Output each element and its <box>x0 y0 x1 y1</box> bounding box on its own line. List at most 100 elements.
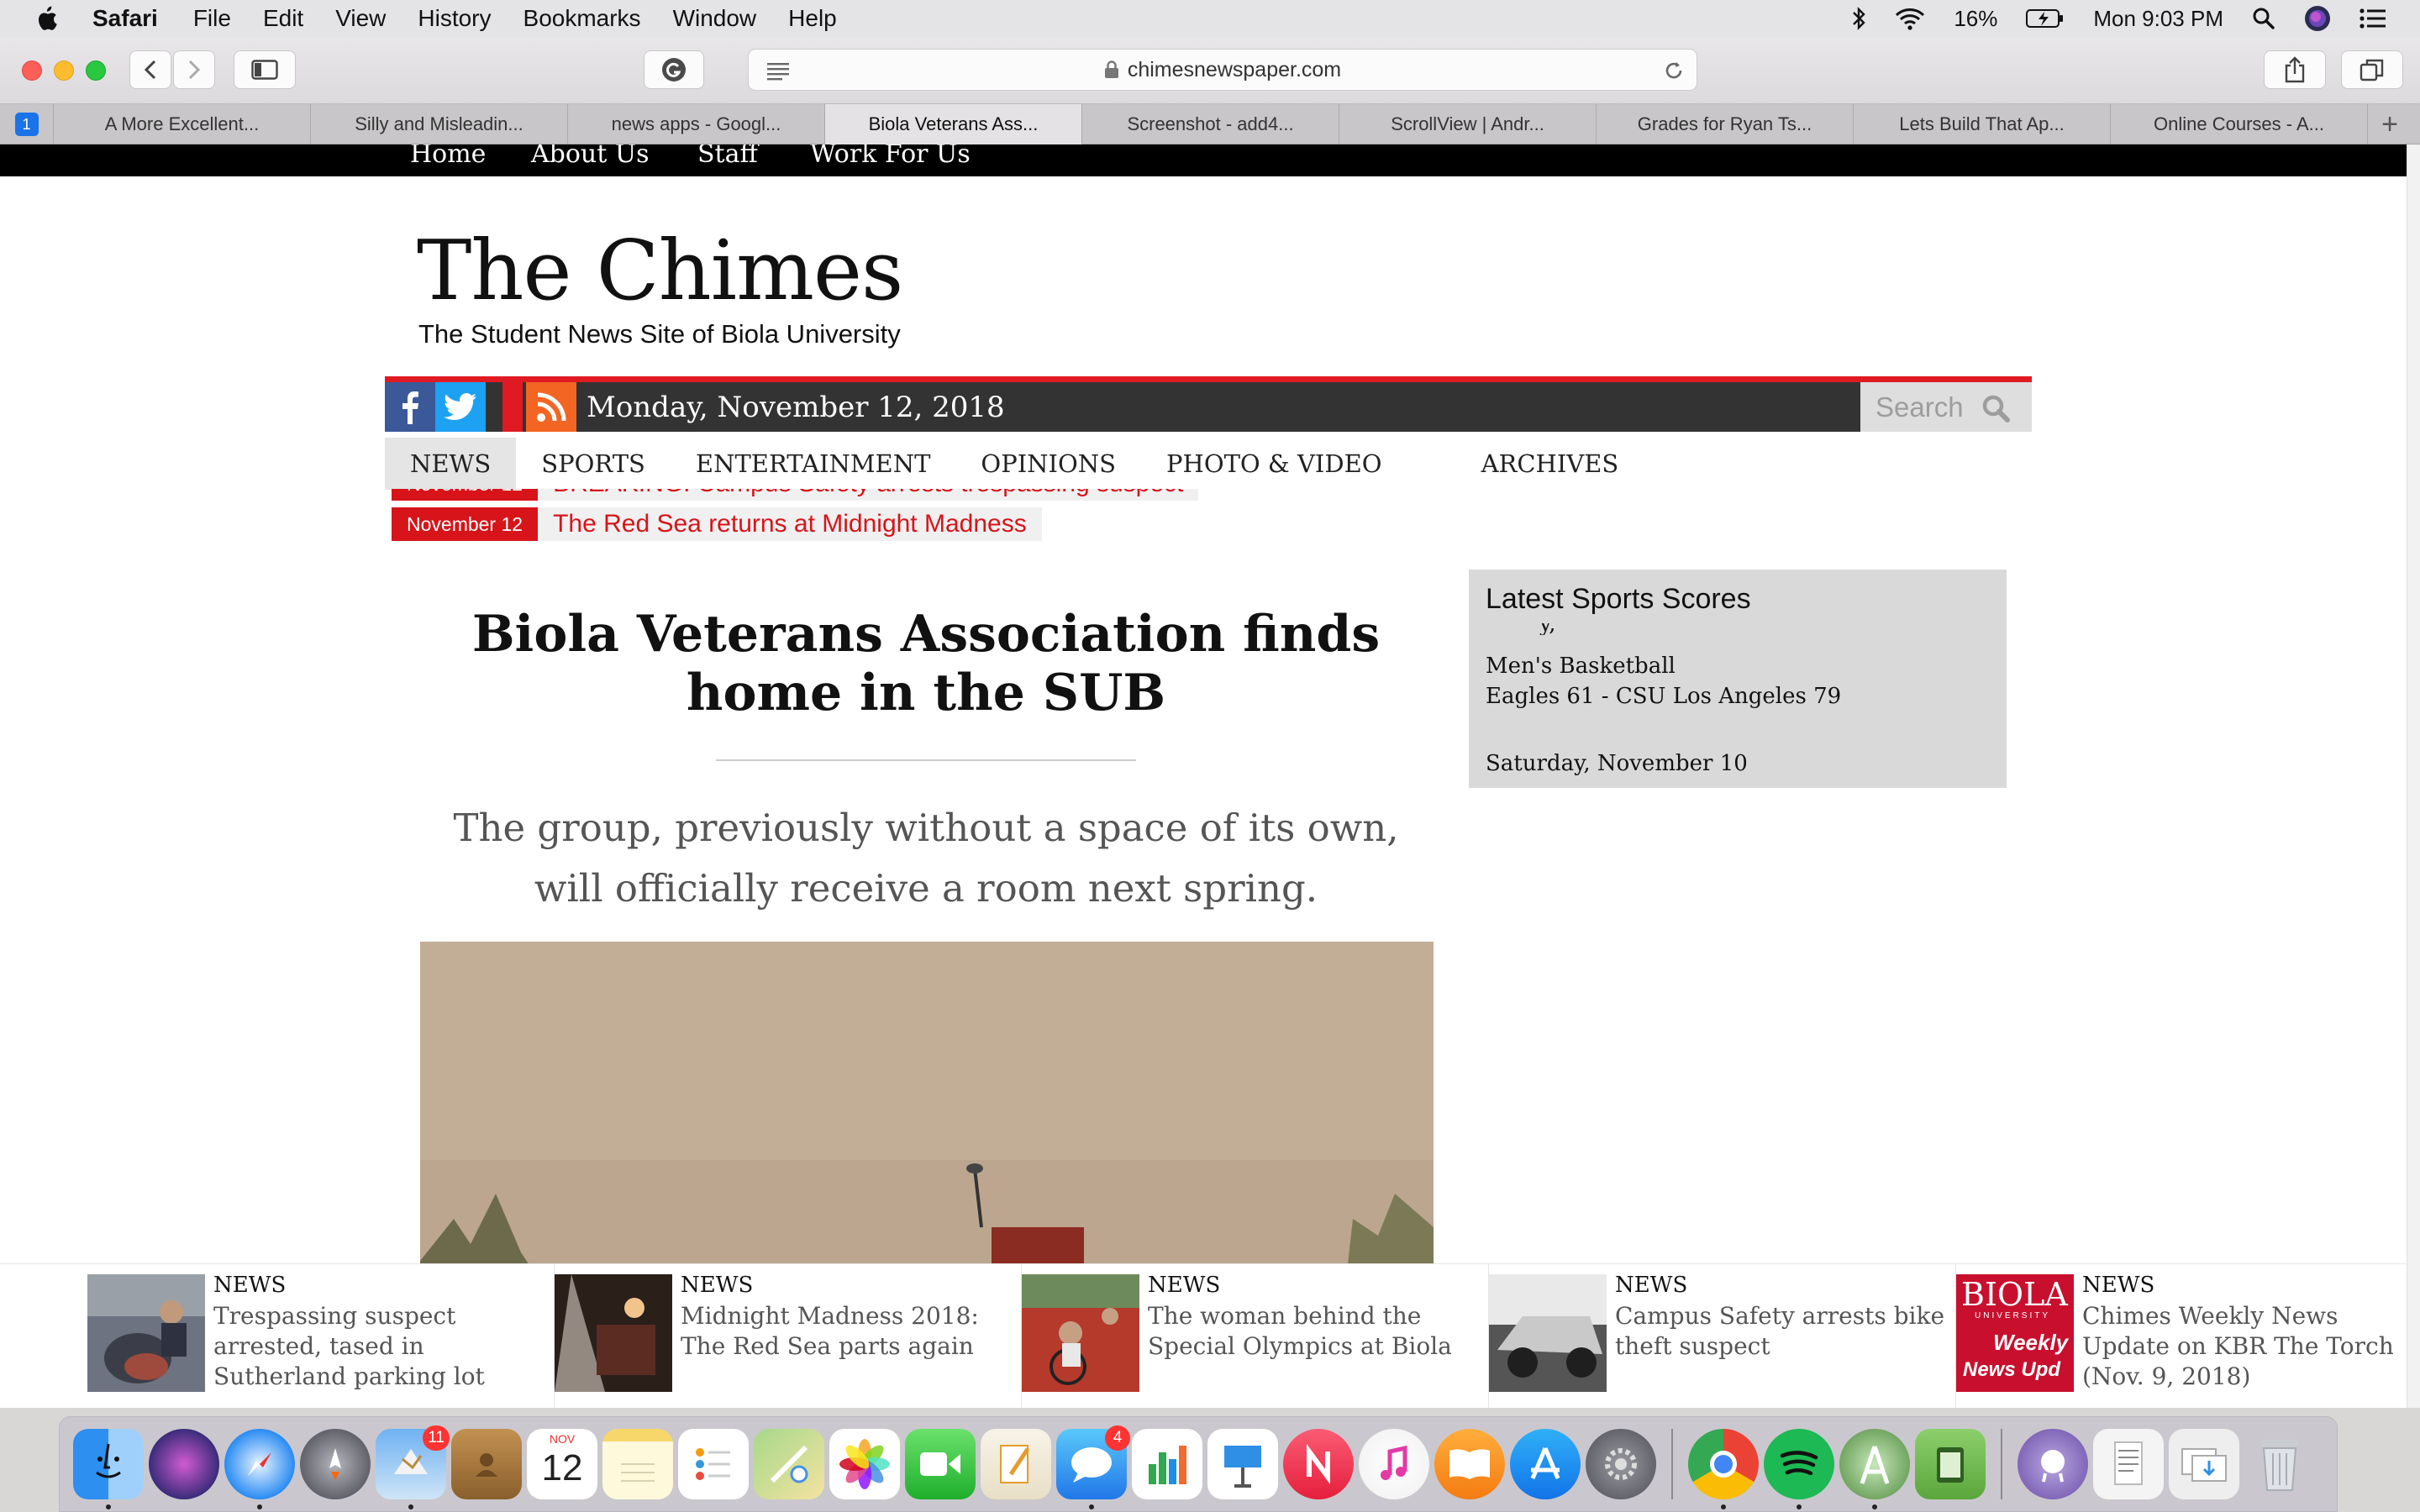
app-store-icon[interactable] <box>1510 1429 1581 1499</box>
section-sports[interactable]: SPORTS <box>516 438 671 490</box>
launchpad-icon[interactable] <box>300 1429 371 1499</box>
related-story[interactable]: NEWS The woman behind the Special Olympi… <box>1022 1264 1489 1408</box>
forward-button[interactable] <box>173 50 215 89</box>
news-icon[interactable] <box>1283 1429 1354 1499</box>
itunes-icon[interactable] <box>1359 1429 1429 1499</box>
tab-scrollview-android[interactable]: ScrollView | Andr... <box>1339 104 1597 144</box>
tab-grades[interactable]: Grades for Ryan Ts... <box>1597 104 1854 144</box>
mail-icon[interactable]: 11 <box>376 1425 450 1509</box>
contacts-icon[interactable] <box>451 1429 522 1499</box>
related-story[interactable]: NEWS Midnight Madness 2018: The Red Sea … <box>555 1264 1022 1408</box>
spotlight-search-icon[interactable] <box>2252 7 2275 30</box>
safari-icon[interactable] <box>224 1429 295 1509</box>
ticker-item[interactable]: November 12 BREAKING: Campus Safety arre… <box>392 489 1199 501</box>
tab-screenshot[interactable]: Screenshot - add4... <box>1082 104 1339 144</box>
menu-help[interactable]: Help <box>788 5 837 32</box>
siri-icon[interactable] <box>2304 5 2331 32</box>
headline-divider <box>716 759 1136 761</box>
numbers-icon[interactable] <box>1132 1429 1202 1499</box>
section-photo-video[interactable]: PHOTO & VIDEO <box>1141 438 1456 490</box>
menu-edit[interactable]: Edit <box>263 5 303 32</box>
tabs-overview-icon <box>2360 59 2384 81</box>
documents-stack-icon[interactable] <box>2093 1429 2164 1499</box>
tab-a-more-excellent[interactable]: A More Excellent... <box>54 104 311 144</box>
related-story[interactable]: NEWS Trespassing suspect arrested, tased… <box>87 1264 555 1408</box>
calendar-icon[interactable]: NOV 12 <box>527 1429 597 1499</box>
tab-lets-build-that-app[interactable]: Lets Build That Ap... <box>1854 104 2111 144</box>
show-all-tabs-button[interactable] <box>2341 50 2403 89</box>
android-studio-icon[interactable] <box>1839 1429 1910 1509</box>
nav-home-link[interactable]: Home <box>410 144 486 169</box>
nav-staff-link[interactable]: Staff <box>697 144 758 169</box>
facetime-icon[interactable] <box>905 1429 976 1499</box>
app-menu-safari[interactable]: Safari <box>92 5 158 32</box>
nav-work-for-us-link[interactable]: Work For Us <box>810 144 971 169</box>
menu-file[interactable]: File <box>193 5 231 32</box>
search-icon[interactable] <box>1981 394 2010 423</box>
siri-icon[interactable] <box>149 1429 219 1499</box>
instagram-icon[interactable] <box>502 382 523 432</box>
tab-online-courses[interactable]: Online Courses - A... <box>2111 104 2368 144</box>
chrome-icon[interactable] <box>1688 1429 1759 1509</box>
reader-view-icon[interactable] <box>765 60 791 81</box>
downloads-stack-icon[interactable] <box>2169 1429 2239 1499</box>
related-story[interactable]: NEWS Campus Safety arrests bike theft su… <box>1489 1264 1956 1408</box>
battery-charging-icon[interactable] <box>2026 8 2065 29</box>
sports-score[interactable]: Eagles 61 - CSU Los Angeles 79 <box>1486 684 1841 709</box>
section-archives[interactable]: ARCHIVES <box>1456 438 1644 490</box>
photos-icon[interactable] <box>829 1429 900 1499</box>
tab-biola-veterans[interactable]: Biola Veterans Ass... <box>825 104 1082 144</box>
reminders-icon[interactable] <box>678 1429 749 1499</box>
section-navigation: NEWS SPORTS ENTERTAINMENT OPINIONS PHOTO… <box>385 438 1644 490</box>
reload-icon[interactable] <box>1663 60 1685 81</box>
apple-menu-icon[interactable] <box>34 4 59 33</box>
facebook-icon[interactable] <box>385 382 435 432</box>
trash-icon[interactable] <box>2244 1429 2315 1499</box>
spotify-icon[interactable] <box>1764 1429 1834 1509</box>
site-title[interactable]: The Chimes <box>417 223 903 319</box>
wifi-icon[interactable] <box>1895 7 1925 30</box>
address-bar[interactable]: chimesnewspaper.com <box>748 49 1697 91</box>
menu-view[interactable]: View <box>335 5 386 32</box>
grammarly-extension-button[interactable] <box>644 50 704 89</box>
pages-icon[interactable] <box>981 1429 1051 1499</box>
ticker-item[interactable]: November 12 The Red Sea returns at Midni… <box>392 507 1042 541</box>
dock: 11 NOV 12 4 <box>59 1416 2338 1512</box>
keynote-icon[interactable] <box>1207 1429 1278 1499</box>
menu-bookmarks[interactable]: Bookmarks <box>523 5 641 32</box>
bluetooth-icon[interactable] <box>1851 7 1866 30</box>
pinned-tab[interactable]: 1 <box>0 104 54 144</box>
menubar-clock[interactable]: Mon 9:03 PM <box>2093 6 2223 32</box>
window-minimize-button[interactable] <box>54 60 74 81</box>
site-search-input[interactable]: Search <box>1860 382 2032 432</box>
nav-about-us-link[interactable]: About Us <box>531 144 650 169</box>
new-tab-button[interactable]: + <box>2368 104 2412 144</box>
notes-icon[interactable] <box>602 1429 673 1499</box>
messages-icon[interactable]: 4 <box>1056 1425 1130 1509</box>
section-news[interactable]: NEWS <box>385 438 517 490</box>
window-fullscreen-button[interactable] <box>86 60 106 81</box>
twitter-icon[interactable] <box>435 382 486 432</box>
ibooks-icon[interactable] <box>1434 1429 1505 1499</box>
sidebar-toggle-button[interactable] <box>234 50 296 89</box>
notification-center-icon[interactable] <box>2360 8 2386 29</box>
maps-icon[interactable] <box>754 1429 824 1499</box>
github-desktop-icon[interactable] <box>2018 1429 2088 1499</box>
running-indicator <box>257 1504 262 1509</box>
back-button[interactable] <box>129 50 171 89</box>
tab-silly-and-misleading[interactable]: Silly and Misleadin... <box>311 104 568 144</box>
section-opinions[interactable]: OPINIONS <box>955 438 1141 490</box>
menu-history[interactable]: History <box>418 5 491 32</box>
android-emulator-icon[interactable] <box>1915 1429 1986 1499</box>
share-button[interactable] <box>2264 50 2326 89</box>
finder-icon[interactable] <box>73 1429 144 1509</box>
rss-icon[interactable] <box>526 382 576 432</box>
tab-news-apps-google[interactable]: news apps - Googl... <box>568 104 825 144</box>
window-close-button[interactable] <box>22 60 42 81</box>
page-scrollbar[interactable] <box>2407 144 2420 1408</box>
section-entertainment[interactable]: ENTERTAINMENT <box>671 438 956 490</box>
calendar-day: 12 <box>541 1447 583 1488</box>
menu-window[interactable]: Window <box>673 5 757 32</box>
system-preferences-icon[interactable] <box>1586 1429 1656 1499</box>
related-story[interactable]: BIOLA UNIVERSITY Weekly News Upd NEWS Ch… <box>1956 1264 2420 1408</box>
